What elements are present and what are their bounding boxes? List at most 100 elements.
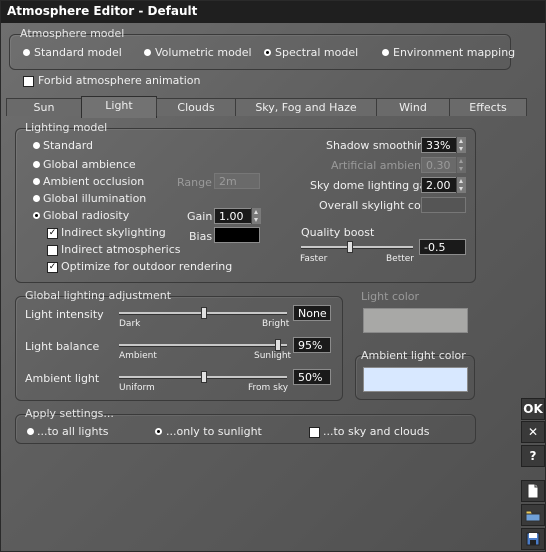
standard-label[interactable]: Standard	[43, 139, 93, 152]
light-color-swatch[interactable]	[363, 308, 468, 333]
ambient-light-color-label: Ambient light color	[361, 349, 466, 362]
save-disk-icon	[526, 532, 540, 546]
radio-environment-mapping[interactable]	[382, 49, 389, 56]
spectral-model-label[interactable]: Spectral model	[275, 46, 358, 59]
standard-model-label[interactable]: Standard model	[34, 46, 122, 59]
radio-global-illumination[interactable]	[33, 195, 40, 202]
new-file-icon	[527, 483, 539, 499]
gain-spinner[interactable]	[251, 208, 261, 224]
light-intensity-input[interactable]: None	[293, 305, 331, 321]
gain-input[interactable]: 1.00	[214, 208, 252, 224]
close-button[interactable]: ✕	[521, 421, 545, 443]
global-illumination-label[interactable]: Global illumination	[43, 192, 146, 205]
bias-color-swatch[interactable]	[214, 227, 260, 243]
faster-label: Faster	[300, 254, 328, 264]
atmosphere-model-label: Atmosphere model	[20, 27, 125, 40]
ambient-light-thumb[interactable]	[201, 371, 207, 383]
shadow-smoothing-label: Shadow smoothing	[326, 139, 432, 152]
light-intensity-slider[interactable]	[119, 307, 287, 319]
light-intensity-min: Dark	[119, 319, 141, 329]
quality-boost-input[interactable]: -0.5	[419, 239, 466, 255]
ok-button[interactable]: OK	[521, 398, 545, 420]
tab-sky-fog-haze[interactable]: Sky, Fog and Haze	[235, 98, 377, 116]
overall-skylight-color-swatch[interactable]	[421, 197, 466, 213]
indirect-skylighting-label[interactable]: Indirect skylighting	[61, 226, 166, 239]
tab-sun[interactable]: Sun	[6, 98, 82, 116]
artificial-ambience-input[interactable]: 0.30	[421, 157, 457, 173]
light-intensity-thumb[interactable]	[201, 307, 207, 319]
folder-icon	[525, 510, 541, 522]
gain-label: Gain	[187, 210, 213, 223]
artificial-ambience-spinner[interactable]	[456, 157, 466, 173]
tab-wind[interactable]: Wind	[376, 98, 450, 116]
shadow-smoothing-input[interactable]: 33%	[421, 137, 457, 153]
range-label: Range	[177, 176, 212, 189]
sky-dome-gain-spinner[interactable]	[456, 177, 466, 193]
range-input[interactable]: 2m	[214, 173, 260, 189]
optimize-outdoor-label[interactable]: Optimize for outdoor rendering	[61, 260, 232, 273]
quality-boost-label: Quality boost	[301, 226, 375, 239]
ambient-light-input[interactable]: 50%	[293, 369, 331, 385]
global-adjust-label: Global lighting adjustment	[25, 289, 172, 302]
sky-dome-gain-input[interactable]: 2.00	[421, 177, 457, 193]
radio-global-ambience[interactable]	[33, 161, 40, 168]
tab-clouds[interactable]: Clouds	[156, 98, 236, 116]
ambient-light-label: Ambient light	[25, 372, 100, 385]
bias-label: Bias	[189, 230, 213, 243]
tab-light[interactable]: Light	[81, 96, 157, 118]
new-file-button[interactable]	[521, 480, 545, 502]
radio-spectral-model[interactable]	[264, 49, 271, 56]
radio-standard-model[interactable]	[23, 49, 30, 56]
radio-volumetric-model[interactable]	[144, 49, 151, 56]
sky-dome-gain-label: Sky dome lighting gain	[310, 179, 437, 192]
environment-mapping-label[interactable]: Environment mapping	[393, 46, 515, 59]
artificial-ambience-label: Artificial ambience	[331, 159, 434, 172]
ambient-light-color-swatch[interactable]	[363, 367, 468, 392]
ambient-light-slider[interactable]	[119, 371, 287, 383]
ambient-light-min: Uniform	[119, 383, 155, 393]
light-balance-max: Sunlight	[254, 351, 292, 361]
lighting-model-label: Lighting model	[25, 121, 108, 134]
radio-standard[interactable]	[33, 142, 40, 149]
global-ambience-label[interactable]: Global ambience	[43, 158, 136, 171]
forbid-animation-label[interactable]: Forbid atmosphere animation	[38, 74, 201, 87]
help-button[interactable]: ?	[521, 445, 545, 467]
volumetric-model-label[interactable]: Volumetric model	[155, 46, 252, 59]
light-color-label: Light color	[361, 290, 420, 303]
quality-boost-thumb[interactable]	[347, 241, 353, 253]
light-balance-min: Ambient	[119, 351, 157, 361]
radio-global-radiosity[interactable]	[33, 212, 40, 219]
forbid-animation-checkbox[interactable]	[23, 76, 34, 87]
light-intensity-label: Light intensity	[25, 308, 104, 321]
indirect-atmospherics-checkbox[interactable]	[47, 245, 58, 256]
light-balance-label: Light balance	[25, 340, 100, 353]
radio-only-sunlight[interactable]	[155, 428, 162, 435]
light-balance-slider[interactable]	[119, 339, 287, 351]
ambient-occlusion-label[interactable]: Ambient occlusion	[43, 175, 144, 188]
all-lights-label[interactable]: ...to all lights	[37, 425, 109, 438]
radio-ambient-occlusion[interactable]	[33, 178, 40, 185]
quality-boost-slider[interactable]	[301, 241, 413, 253]
only-sunlight-label[interactable]: ...only to sunlight	[166, 425, 262, 438]
indirect-skylighting-checkbox[interactable]: ✓	[47, 228, 58, 239]
tab-effects[interactable]: Effects	[449, 98, 527, 116]
apply-settings-label: Apply settings...	[25, 407, 114, 420]
title-bar: Atmosphere Editor - Default	[1, 1, 545, 23]
indirect-atmospherics-label[interactable]: Indirect atmospherics	[61, 243, 180, 256]
radio-all-lights[interactable]	[27, 428, 34, 435]
sky-clouds-label[interactable]: ...to sky and clouds	[323, 425, 429, 438]
light-intensity-max: Bright	[262, 319, 290, 329]
light-balance-thumb[interactable]	[275, 339, 281, 351]
global-radiosity-label[interactable]: Global radiosity	[43, 209, 129, 222]
overall-skylight-label: Overall skylight color	[319, 199, 435, 212]
better-label: Better	[386, 254, 415, 264]
light-balance-input[interactable]: 95%	[293, 337, 331, 353]
atmosphere-editor-window: Atmosphere Editor - Default Atmosphere m…	[0, 0, 546, 552]
ambient-light-max: From sky	[248, 383, 289, 393]
open-folder-button[interactable]	[521, 504, 545, 526]
sky-clouds-checkbox[interactable]	[309, 427, 320, 438]
save-button[interactable]	[521, 528, 545, 550]
shadow-smoothing-spinner[interactable]	[456, 137, 466, 153]
window-title: Atmosphere Editor - Default	[7, 4, 198, 18]
optimize-outdoor-checkbox[interactable]: ✓	[47, 262, 58, 273]
